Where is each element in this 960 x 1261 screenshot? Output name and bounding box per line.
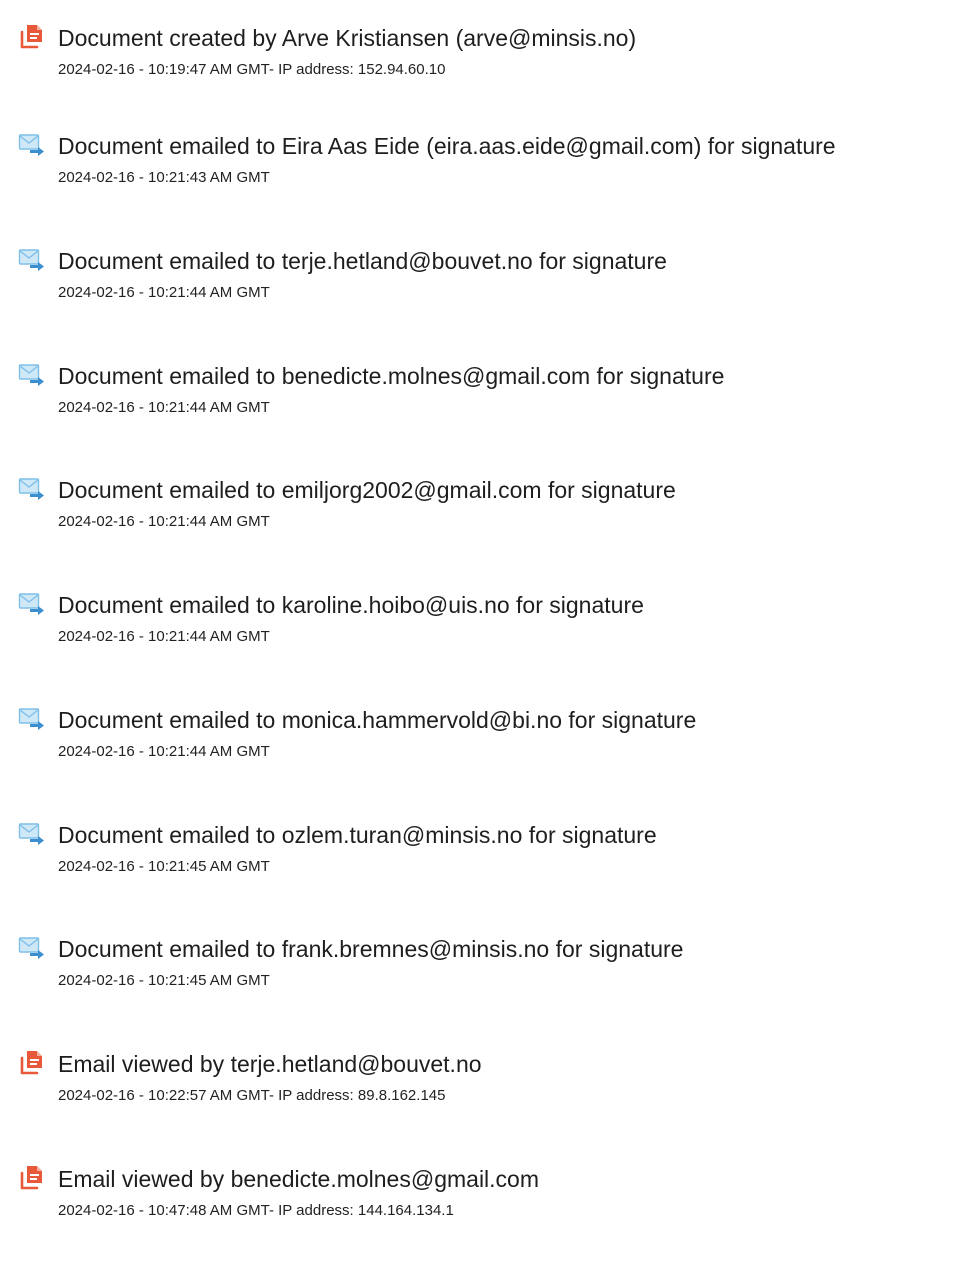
log-entry-title: Document emailed to emiljorg2002@gmail.c… <box>58 477 676 503</box>
email-sent-icon <box>18 704 46 732</box>
log-entry-title: Document emailed to terje.hetland@bouvet… <box>58 248 667 274</box>
log-entry-timestamp: 2024-02-16 - 10:21:44 AM GMT <box>58 284 270 301</box>
log-entry-title: Email viewed by benedicte.molnes@gmail.c… <box>58 1166 540 1192</box>
email-sent-icon <box>18 819 46 847</box>
log-entry-timestamp: 2024-02-16 - 10:19:47 AM GMT- IP address… <box>58 61 446 78</box>
email-sent-icon <box>18 245 46 273</box>
log-entry-timestamp: 2024-02-16 - 10:47:48 AM GMT- IP address… <box>58 1202 454 1219</box>
document-icon <box>18 1163 46 1191</box>
log-entry-timestamp: 2024-02-16 - 10:21:43 AM GMT <box>58 169 270 186</box>
log-entry: Email viewed by terje.hetland@bouvet.no 2… <box>0 1046 960 1146</box>
log-entry: Email viewed by benedicte.molnes@gmail.c… <box>0 1161 960 1261</box>
log-entry-title: Document emailed to karoline.hoibo@uis.n… <box>58 592 644 618</box>
log-entry: Document emailed to frank.bremnes@minsis… <box>0 931 960 1031</box>
log-entry: Document created by Arve Kristiansen (ar… <box>0 20 960 120</box>
log-entry-title: Document emailed to benedicte.molnes@gma… <box>58 363 725 389</box>
log-entry: Document emailed to Eira Aas Eide (eira.… <box>0 128 960 228</box>
log-entry-timestamp: 2024-02-16 - 10:21:44 AM GMT <box>58 399 270 416</box>
log-entry: Document emailed to karoline.hoibo@uis.n… <box>0 587 960 687</box>
document-icon <box>18 22 46 50</box>
log-entry: Document emailed to ozlem.turan@minsis.n… <box>0 817 960 917</box>
log-entry: Document emailed to terje.hetland@bouvet… <box>0 243 960 343</box>
log-entry-timestamp: 2024-02-16 - 10:21:44 AM GMT <box>58 513 270 530</box>
log-entry-title: Document emailed to frank.bremnes@minsis… <box>58 936 684 962</box>
document-icon <box>18 1048 46 1076</box>
email-sent-icon <box>18 130 46 158</box>
email-sent-icon <box>18 360 46 388</box>
email-sent-icon <box>18 589 46 617</box>
log-entry: Document emailed to monica.hammervold@bi… <box>0 702 960 802</box>
log-entry-timestamp: 2024-02-16 - 10:21:44 AM GMT <box>58 743 270 760</box>
email-sent-icon <box>18 933 46 961</box>
log-entry-timestamp: 2024-02-16 - 10:21:44 AM GMT <box>58 628 270 645</box>
log-entry-title: Document created by Arve Kristiansen (ar… <box>58 25 637 51</box>
log-entry-title: Document emailed to Eira Aas Eide (eira.… <box>58 133 836 159</box>
log-entry: Document emailed to benedicte.molnes@gma… <box>0 358 960 458</box>
log-entry-timestamp: 2024-02-16 - 10:21:45 AM GMT <box>58 858 270 875</box>
log-entry-title: Email viewed by terje.hetland@bouvet.no <box>58 1051 482 1077</box>
log-entry-title: Document emailed to monica.hammervold@bi… <box>58 707 697 733</box>
log-entry-title: Document emailed to ozlem.turan@minsis.n… <box>58 822 657 848</box>
log-entry: Document emailed to emiljorg2002@gmail.c… <box>0 472 960 572</box>
log-entry-timestamp: 2024-02-16 - 10:22:57 AM GMT- IP address… <box>58 1087 446 1104</box>
log-entry-timestamp: 2024-02-16 - 10:21:45 AM GMT <box>58 972 270 989</box>
email-sent-icon <box>18 474 46 502</box>
